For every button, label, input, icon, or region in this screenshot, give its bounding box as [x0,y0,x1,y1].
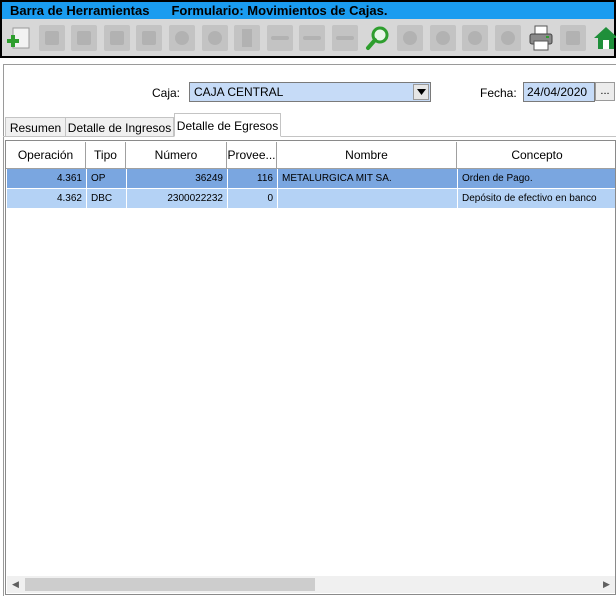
export-icon [560,24,587,51]
fecha-value: 24/04/2020 [527,85,588,99]
delete-icon [136,24,163,51]
search-icon [365,26,389,50]
film-icon [234,24,261,51]
tab-detalle-egresos[interactable]: Detalle de Egresos [174,113,281,137]
search-button[interactable] [363,23,393,53]
cell-concepto: Orden de Pago. [462,173,533,184]
help-icon [201,24,228,51]
cell-nombre: METALURGICA MIT SA. [278,169,458,188]
save-button[interactable] [37,23,67,53]
cell-operacion: 4.361 [7,169,87,188]
fecha-label: Fecha: [480,86,517,100]
scroll-left-icon[interactable]: ◀ [7,576,24,593]
first-record-icon [397,24,424,51]
help-button[interactable] [200,23,230,53]
grid-button[interactable] [330,23,360,53]
cell-nombre [278,189,458,208]
field-button[interactable] [265,23,295,53]
caja-select[interactable]: CAJA CENTRAL [189,82,431,102]
save-icon [38,24,65,51]
field-icon [266,24,293,51]
column-header-proveedor[interactable]: Provee... [227,142,277,169]
home-icon [593,26,616,49]
list-icon [299,24,326,51]
cell-proveedor: 116 [228,169,278,188]
last-record-icon [494,24,521,51]
toolbar-title: Barra de Herramientas [10,3,150,18]
export-button[interactable] [558,23,588,53]
save-as-icon [71,24,98,51]
film-button[interactable] [232,23,262,53]
caja-dropdown-button[interactable] [413,84,429,100]
cell-numero: 2300022232 [127,189,228,208]
print-button[interactable] [526,23,556,53]
add-icon [7,27,30,48]
caja-value: CAJA CENTRAL [194,85,284,99]
previous-record-icon [429,24,456,51]
add-button[interactable] [4,23,34,53]
caja-label: Caja: [152,86,181,100]
column-header-nombre[interactable]: Nombre [277,142,457,169]
cell-tipo: DBC [87,189,127,208]
first-record-button[interactable] [395,23,425,53]
undo-button[interactable] [167,23,197,53]
tab-detalle-ingresos[interactable]: Detalle de Ingresos [65,117,174,137]
grid-icon [331,24,358,51]
scroll-right-icon[interactable]: ▶ [598,576,615,593]
toolbar-panel: Barra de Herramientas Formulario: Movimie… [0,0,616,58]
form-title: Formulario: Movimientos de Cajas. [171,3,388,18]
next-record-button[interactable] [460,23,490,53]
home-button[interactable] [591,23,616,53]
horizontal-scrollbar[interactable]: ◀ ▶ [7,576,615,593]
cell-proveedor: 0 [228,189,278,208]
title-bar: Barra de Herramientas Formulario: Movimie… [2,2,614,19]
print-icon [529,25,552,50]
cell-tipo: OP [87,169,127,188]
undo-icon [168,24,195,51]
chevron-down-icon [416,89,426,95]
column-header-tipo[interactable]: Tipo [86,142,126,169]
last-record-button[interactable] [493,23,523,53]
delete-button[interactable] [134,23,164,53]
table-row[interactable]: 4.361 OP 36249 116 METALURGICA MIT SA. O… [7,169,615,188]
table-row[interactable]: 4.362 DBC 2300022232 0 Depósito de efect… [7,189,615,208]
list-button[interactable] [297,23,327,53]
column-header-numero[interactable]: Número [126,142,227,169]
tool-strip [2,19,616,56]
fecha-field[interactable]: 24/04/2020 [523,82,595,102]
scrollbar-thumb[interactable] [25,578,315,591]
previous-record-button[interactable] [428,23,458,53]
egresos-grid: Operación Tipo Número Provee... Nombre C… [5,140,616,595]
save-as-button[interactable] [69,23,99,53]
tab-resumen[interactable]: Resumen [5,117,66,137]
edit-button[interactable] [102,23,132,53]
cell-concepto: Depósito de efectivo en banco [462,193,597,204]
next-record-icon [462,24,489,51]
cell-operacion: 4.362 [7,189,87,208]
column-header-concepto[interactable]: Concepto [457,142,615,169]
column-header-operacion[interactable]: Operación [6,142,86,169]
edit-icon [103,24,130,51]
fecha-picker-button[interactable]: ... [595,82,615,101]
cell-numero: 36249 [127,169,228,188]
